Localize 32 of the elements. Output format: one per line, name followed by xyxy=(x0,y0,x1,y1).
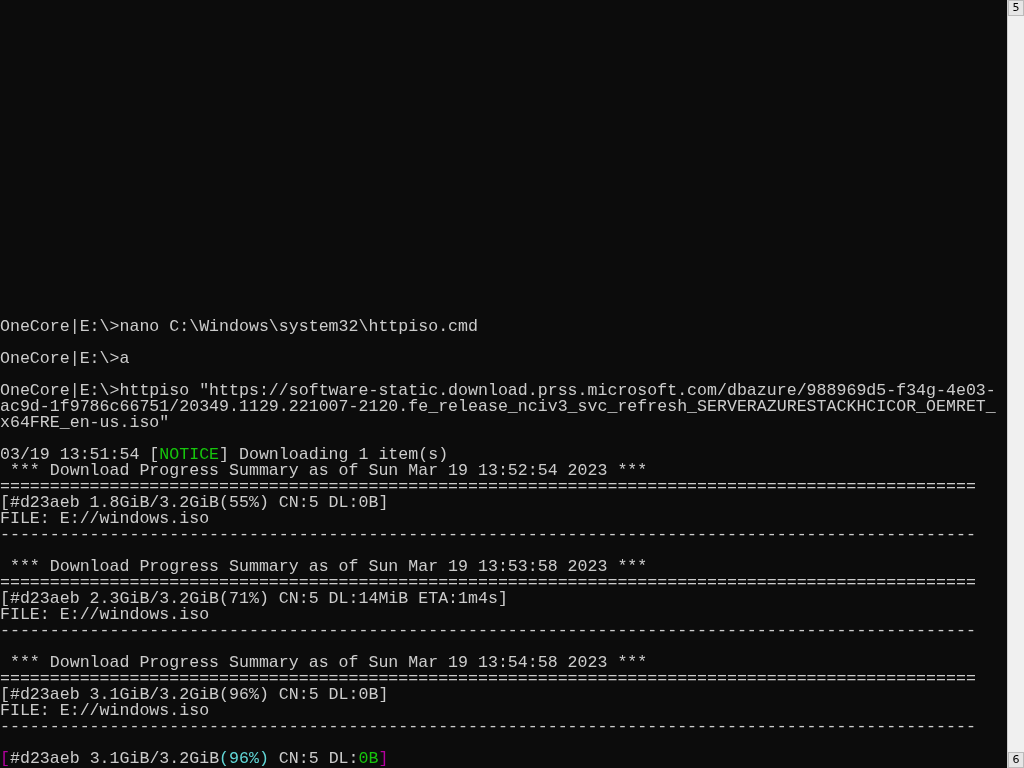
terminal-text: *** Download Progress Summary as of Sun Mar 19 13:52:54 2023 *** xyxy=(8,463,648,479)
terminal-text: -------------------------------------------------------------------------------------------------- xyxy=(0,719,976,735)
terminal-text: #d23aeb 3.1GiB/3.2GiB xyxy=(9,751,220,767)
terminal-text: 0B xyxy=(358,751,379,767)
terminal-text: ] Downloading 1 item(s) xyxy=(219,447,449,463)
terminal-text: [ xyxy=(0,751,10,767)
terminal-text: OneCore|E:\>nano C:\Windows\system32\httpiso.cmd xyxy=(0,319,478,335)
terminal-text: x64FRE_en-us.iso" xyxy=(0,415,170,431)
terminal-text: ================================================================================================== xyxy=(0,671,976,687)
terminal-text: -------------------------------------------------------------------------------------------------- xyxy=(0,527,976,543)
terminal-text: ================================================================================================== xyxy=(0,575,976,591)
terminal-text: [#d23aeb 3.1GiB/3.2GiB(96%) CN:5 DL:0B] xyxy=(0,687,389,703)
terminal-text: FILE: E://windows.iso xyxy=(0,703,210,719)
terminal-text: ac9d-1f9786c66751/20349.1129.221007-2120.fe_release_nciv3_svc_refresh_SERVERAZURESTACKHCICOR_OEMRET_ xyxy=(0,399,996,415)
terminal-text: -------------------------------------------------------------------------------------------------- xyxy=(0,623,976,639)
page-number: 5 xyxy=(1008,0,1024,16)
terminal-text: 03/19 13:51:54 [ xyxy=(0,447,160,463)
terminal-text: ] xyxy=(378,751,389,767)
terminal-text: *** Download Progress Summary as of Sun Mar 19 13:53:58 2023 *** xyxy=(8,559,648,575)
terminal-text: FILE: E://windows.iso xyxy=(0,511,210,527)
terminal-text: (96%) xyxy=(219,751,269,767)
terminal-text: OneCore|E:\>httpiso "https://software-static.download.prss.microsoft.com/dbazure/988969d5-f34g-4e03- xyxy=(0,383,996,399)
terminal-text: [#d23aeb 1.8GiB/3.2GiB(55%) CN:5 DL:0B] xyxy=(0,495,389,511)
terminal-text: NOTICE xyxy=(159,447,220,463)
terminal-text: CN:5 DL: xyxy=(277,751,359,767)
terminal-text: *** Download Progress Summary as of Sun Mar 19 13:54:58 2023 *** xyxy=(8,655,648,671)
terminal-text: OneCore|E:\>a xyxy=(0,351,130,367)
terminal-text: ================================================================================================== xyxy=(0,479,976,495)
terminal-text: [#d23aeb 2.3GiB/3.2GiB(71%) CN:5 DL:14MiB ETA:1m4s] xyxy=(0,591,508,607)
scrollbar[interactable]: 5 6 xyxy=(1007,0,1024,768)
terminal-text: FILE: E://windows.iso xyxy=(0,607,210,623)
page-number: 6 xyxy=(1008,752,1024,768)
